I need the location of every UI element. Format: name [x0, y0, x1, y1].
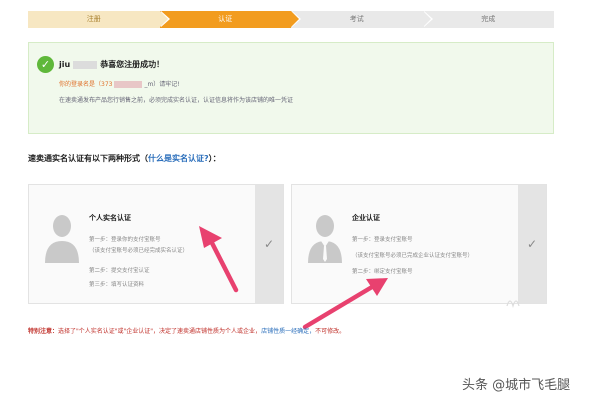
watermark: 头条 @城市飞毛腿: [462, 378, 571, 393]
personal-step-1-note: （该支付宝账号必须已经完成实名认证）: [89, 248, 189, 254]
what-is-verification-link[interactable]: 什么是实名认证?: [148, 154, 209, 163]
progress-steps: 注册 认证 考试 完成: [28, 11, 554, 28]
special-note: 特别注意：选择了"个人实名认证"或"企业认证"，决定了速卖通店铺性质为个人或企业…: [28, 328, 346, 335]
personal-step-3: 第三步：填写认证资料: [89, 282, 145, 288]
verification-info-line: 在速卖通发布产品您行销售之前，必须完成实名认证，认证信息将作为该店铺的唯一凭证: [59, 97, 294, 104]
success-title: jiu 恭喜您注册成功！: [59, 60, 165, 69]
step-verify: 认证: [159, 11, 301, 28]
user-avatar-icon: [45, 215, 79, 263]
store-nature-link[interactable]: 店铺性质一经确定，: [261, 328, 315, 335]
checkmark-icon[interactable]: ✓: [518, 185, 546, 303]
personal-verification-card[interactable]: 个人实名认证 第一步：登录你的支付宝账号 （该支付宝账号必须已经完成实名认证） …: [28, 184, 284, 304]
business-verification-card[interactable]: 企业认证 第一步：登录支付宝账号 （该支付宝账号必须已完成企业认证支付宝账号） …: [291, 184, 547, 304]
personal-step-2: 第二步：提交支付宝认证: [89, 268, 150, 274]
check-circle-icon: ✓: [37, 56, 54, 73]
step-exam: 考试: [291, 11, 433, 28]
checkmark-icon[interactable]: ✓: [255, 185, 283, 303]
business-step-2: 第二步：绑定支付宝账号: [352, 269, 413, 275]
business-card-title: 企业认证: [352, 214, 380, 222]
verification-heading: 速卖通实名认证有以下两种形式（什么是实名认证?）：: [28, 154, 221, 163]
login-name-line: 你的登录名是（373 _m）请牢记!: [59, 81, 180, 88]
masked-username: [73, 60, 98, 69]
business-step-1: 第一步：登录支付宝账号: [352, 237, 413, 243]
decorative-loop-icon: [506, 300, 520, 308]
personal-card-title: 个人实名认证: [89, 214, 131, 222]
step-complete: 完成: [422, 11, 554, 28]
business-step-1-note: （该支付宝账号必须已完成企业认证支付宝账号）: [352, 253, 474, 259]
registration-success-panel: ✓ jiu 恭喜您注册成功！ 你的登录名是（373 _m）请牢记! 在速卖通发布产品…: [28, 42, 554, 134]
step-register: 注册: [28, 11, 170, 28]
business-user-avatar-icon: [308, 215, 342, 263]
personal-step-1: 第一步：登录你的支付宝账号: [89, 237, 161, 243]
masked-login-id: [114, 81, 143, 88]
